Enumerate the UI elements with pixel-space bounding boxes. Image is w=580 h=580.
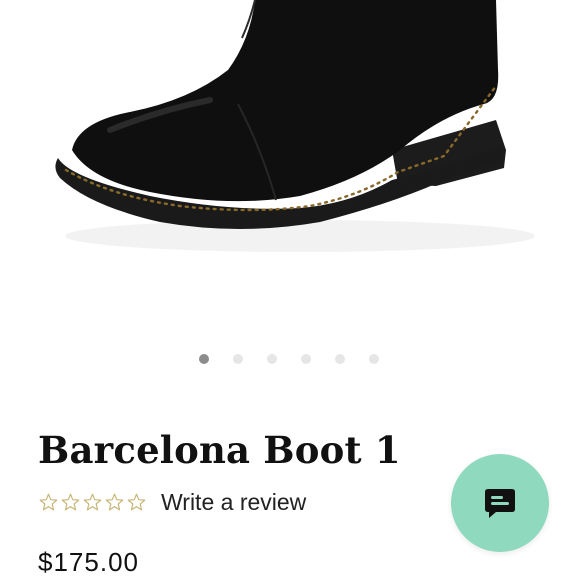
chat-bubble-icon	[485, 489, 515, 518]
star-rating[interactable]	[38, 492, 147, 513]
product-image[interactable]	[0, 0, 580, 300]
boot-illustration	[55, 0, 535, 252]
carousel-dot[interactable]	[199, 354, 209, 364]
carousel-dot[interactable]	[335, 354, 345, 364]
product-title: Barcelona Boot 1	[38, 428, 401, 472]
rating-row: Write a review	[38, 489, 306, 516]
carousel-dot[interactable]	[301, 354, 311, 364]
write-review-link[interactable]: Write a review	[161, 489, 306, 516]
carousel-dot[interactable]	[233, 354, 243, 364]
chat-button[interactable]	[451, 454, 549, 552]
star-outline-icon	[127, 493, 146, 511]
star-outline-icon	[83, 493, 102, 511]
product-price: $175.00	[38, 547, 139, 577]
carousel-dots	[199, 354, 379, 364]
star-outline-icon	[105, 493, 124, 511]
star-outline-icon	[39, 493, 58, 511]
star-outline-icon	[61, 493, 80, 511]
carousel-dot[interactable]	[369, 354, 379, 364]
carousel-dot[interactable]	[267, 354, 277, 364]
